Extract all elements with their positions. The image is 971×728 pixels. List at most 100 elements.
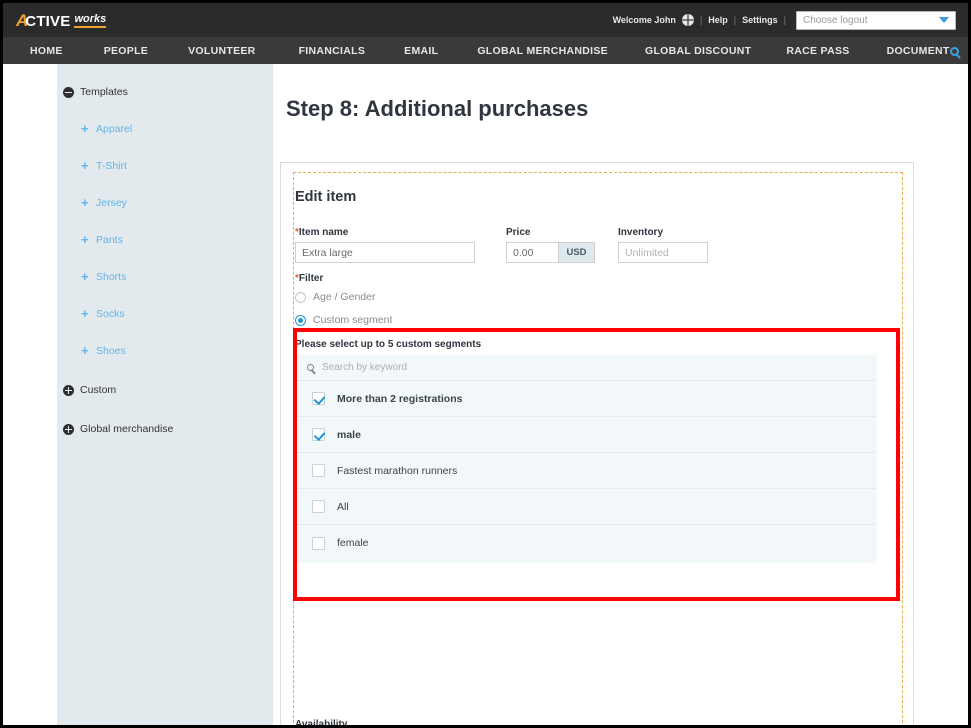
checkbox-icon xyxy=(312,536,325,550)
sidebar-item-shorts-label: Shorts xyxy=(96,270,127,283)
inventory-field-group: Inventory Unlimited xyxy=(618,227,708,263)
item-name-field-group: *Item name Extra large xyxy=(295,227,475,263)
sidebar-item-socks-label: Socks xyxy=(96,307,125,320)
segment-option-more-than-2-registrations[interactable]: More than 2 registrations xyxy=(295,381,877,417)
radio-icon xyxy=(295,291,306,303)
item-name-label-text: Item name xyxy=(298,227,349,238)
nav-item-volunteer[interactable]: VOLUNTEER xyxy=(188,45,255,57)
search-icon xyxy=(949,46,959,56)
availability-section: Availability Front desk registration Reg… xyxy=(295,719,458,728)
sidebar-item-shoes-label: Shoes xyxy=(96,344,126,357)
sidebar-item-templates-label: Templates xyxy=(80,86,128,98)
separator-3: | xyxy=(783,15,786,25)
item-name-input[interactable]: Extra large xyxy=(295,242,475,263)
sidebar-item-tshirt[interactable]: + T-Shirt xyxy=(57,159,273,172)
price-field-group: Price 0.00 USD xyxy=(506,227,595,263)
sidebar-item-custom-label: Custom xyxy=(80,384,117,396)
page-title: Step 8: Additional purchases xyxy=(286,96,589,121)
separator-2: | xyxy=(733,15,737,25)
filter-label-text: Filter xyxy=(298,273,324,284)
inventory-input[interactable]: Unlimited xyxy=(618,242,708,263)
sidebar-item-socks[interactable]: + Socks xyxy=(57,307,273,320)
segment-option-male[interactable]: male xyxy=(295,417,877,453)
filter-label: *Filter xyxy=(295,273,323,284)
nav-item-document[interactable]: DOCUMENT xyxy=(887,45,950,57)
minus-circle-icon xyxy=(63,86,74,98)
logout-select[interactable]: Choose logout xyxy=(796,10,956,30)
nav-item-email[interactable]: EMAIL xyxy=(404,45,438,57)
radio-age-gender-label: Age / Gender xyxy=(313,291,376,303)
sidebar-item-templates[interactable]: Templates xyxy=(57,86,273,98)
settings-link[interactable]: Settings xyxy=(742,15,778,25)
sidebar-item-shorts[interactable]: + Shorts xyxy=(57,270,273,283)
segment-option-all[interactable]: All xyxy=(295,489,877,525)
search-icon xyxy=(307,364,314,371)
plus-circle-icon xyxy=(63,384,74,396)
nav-item-global-discount[interactable]: GLOBAL DISCOUNT xyxy=(645,45,751,57)
logo-works-text: works xyxy=(74,13,107,28)
checkbox-icon xyxy=(312,464,325,477)
activeworks-logo[interactable]: A CTIVE works xyxy=(16,12,107,30)
radio-age-gender[interactable]: Age / Gender xyxy=(295,291,375,303)
segment-search-input[interactable]: Search by keyword xyxy=(322,362,407,373)
edit-item-heading: Edit item xyxy=(295,189,357,205)
segment-option-label: All xyxy=(337,500,349,513)
sidebar-item-apparel-label: Apparel xyxy=(96,122,133,135)
chevron-down-icon xyxy=(939,17,949,23)
segments-hint: Please select up to 5 custom segments xyxy=(295,339,482,350)
plus-icon: + xyxy=(81,306,89,321)
radio-icon-selected xyxy=(295,314,306,326)
radio-custom-segment[interactable]: Custom segment xyxy=(295,314,392,326)
availability-title: Availability xyxy=(295,719,348,728)
segment-option-female[interactable]: female xyxy=(295,525,877,561)
plus-icon: + xyxy=(81,269,89,284)
item-name-label: *Item name xyxy=(295,227,475,238)
sidebar-item-pants[interactable]: + Pants xyxy=(57,233,273,246)
sidebar-item-global-merchandise[interactable]: Global merchandise xyxy=(57,423,273,435)
segment-option-label: More than 2 registrations xyxy=(337,392,463,405)
custom-segments-panel: Search by keyword More than 2 registrati… xyxy=(295,355,877,563)
top-bar: A CTIVE works Welcome John | Help | Setti… xyxy=(3,3,968,37)
main-content: Step 8: Additional purchases Edit item *… xyxy=(273,64,968,725)
nav-item-home[interactable]: HOME xyxy=(30,45,63,57)
segment-option-fastest-marathon-runners[interactable]: Fastest marathon runners xyxy=(295,453,877,489)
price-input[interactable]: 0.00 xyxy=(506,242,558,263)
sidebar-item-custom[interactable]: Custom xyxy=(57,384,273,396)
sidebar: Templates + Apparel + T-Shirt + Jersey +… xyxy=(57,64,273,725)
nav-item-global-merchandise[interactable]: GLOBAL MERCHANDISE xyxy=(477,45,608,57)
sidebar-item-global-merchandise-label: Global merchandise xyxy=(80,423,174,435)
checkbox-icon xyxy=(312,500,325,513)
edit-item-card: Edit item *Item name Extra large Price 0… xyxy=(280,162,914,728)
segment-option-label: Fastest marathon runners xyxy=(337,464,458,477)
main-navigation: HOME PEOPLE VOLUNTEER FINANCIALS EMAIL G… xyxy=(3,37,968,64)
sidebar-item-pants-label: Pants xyxy=(96,233,123,246)
segment-option-label: female xyxy=(337,537,369,549)
segment-search-row[interactable]: Search by keyword xyxy=(295,355,877,381)
item-fields-row: *Item name Extra large Price 0.00 USD In… xyxy=(295,227,708,263)
nav-search-button[interactable] xyxy=(949,43,959,59)
logout-select-value: Choose logout xyxy=(803,14,868,26)
welcome-text: Welcome John xyxy=(612,15,676,25)
separator-1: | xyxy=(699,15,703,25)
sidebar-item-shoes[interactable]: + Shoes xyxy=(57,344,273,357)
nav-item-financials[interactable]: FINANCIALS xyxy=(299,45,366,57)
checkbox-icon-checked xyxy=(312,392,325,405)
plus-icon: + xyxy=(81,232,89,247)
sidebar-item-tshirt-label: T-Shirt xyxy=(96,159,127,172)
checkbox-icon-checked xyxy=(312,428,325,441)
radio-custom-segment-label: Custom segment xyxy=(313,314,393,326)
nav-item-race-pass[interactable]: RACE PASS xyxy=(786,45,849,57)
sidebar-item-jersey[interactable]: + Jersey xyxy=(57,196,273,209)
help-link[interactable]: Help xyxy=(708,15,728,25)
nav-item-people[interactable]: PEOPLE xyxy=(104,45,148,57)
plus-icon: + xyxy=(81,195,89,210)
logo-active-text: CTIVE xyxy=(25,12,71,30)
segment-option-label: male xyxy=(337,428,361,441)
sidebar-item-apparel[interactable]: + Apparel xyxy=(57,122,273,135)
globe-icon[interactable] xyxy=(681,14,694,26)
app-screenshot: A CTIVE works Welcome John | Help | Setti… xyxy=(0,0,971,728)
plus-icon: + xyxy=(81,121,89,136)
top-bar-right: Welcome John | Help | Settings | Choose … xyxy=(612,10,956,30)
sidebar-item-jersey-label: Jersey xyxy=(96,196,127,209)
plus-circle-icon xyxy=(63,423,74,435)
